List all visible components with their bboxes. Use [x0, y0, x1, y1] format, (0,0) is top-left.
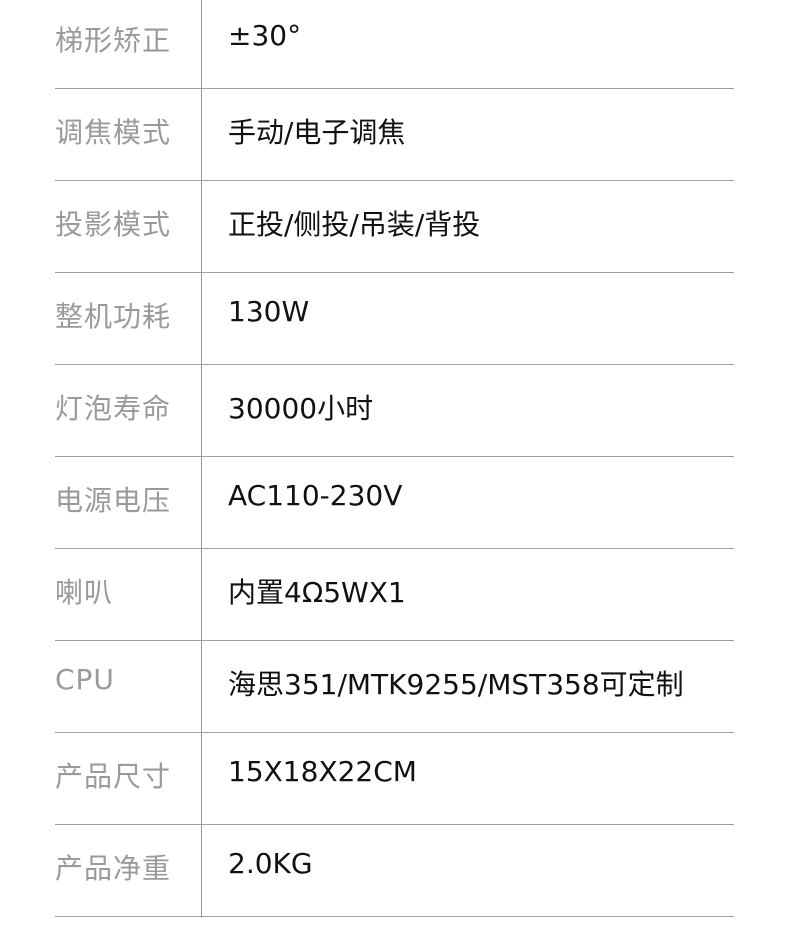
spec-row: CPU 海思351/MTK9255/MST358可定制: [55, 641, 734, 733]
spec-label: 灯泡寿命: [55, 392, 172, 425]
spec-value: 内置4Ω5WX1: [228, 576, 406, 609]
spec-value: 手动/电子调焦: [228, 116, 406, 149]
spec-value: 130W: [228, 295, 310, 328]
spec-value: 2.0KG: [228, 847, 313, 880]
spec-row: 投影模式 正投/侧投/吊装/背投: [55, 181, 734, 273]
spec-label: 梯形矫正: [55, 24, 172, 57]
spec-label: 整机功耗: [55, 300, 172, 333]
spec-value: 海思351/MTK9255/MST358可定制: [228, 668, 684, 701]
spec-row: 喇叭 内置4Ω5WX1: [55, 549, 734, 641]
spec-label: 电源电压: [55, 484, 172, 517]
spec-row: 梯形矫正 ±30°: [55, 0, 734, 89]
spec-label: 产品净重: [55, 852, 172, 885]
spec-value: AC110-230V: [228, 479, 403, 512]
spec-value: 正投/侧投/吊装/背投: [228, 208, 481, 241]
spec-row: 整机功耗 130W: [55, 273, 734, 365]
spec-label: 喇叭: [55, 576, 114, 609]
spec-value: ±30°: [228, 19, 302, 52]
spec-label: 投影模式: [55, 208, 172, 241]
spec-row: 电源电压 AC110-230V: [55, 457, 734, 549]
spec-row: 产品净重 2.0KG: [55, 825, 734, 917]
spec-label: CPU: [55, 663, 115, 696]
spec-row: 灯泡寿命 30000小时: [55, 365, 734, 457]
spec-row: 调焦模式 手动/电子调焦: [55, 89, 734, 181]
spec-label: 产品尺寸: [55, 760, 172, 793]
spec-value: 30000小时: [228, 392, 374, 425]
spec-value: 15X18X22CM: [228, 755, 417, 788]
spec-row: 产品尺寸 15X18X22CM: [55, 733, 734, 825]
spec-label: 调焦模式: [55, 116, 172, 149]
